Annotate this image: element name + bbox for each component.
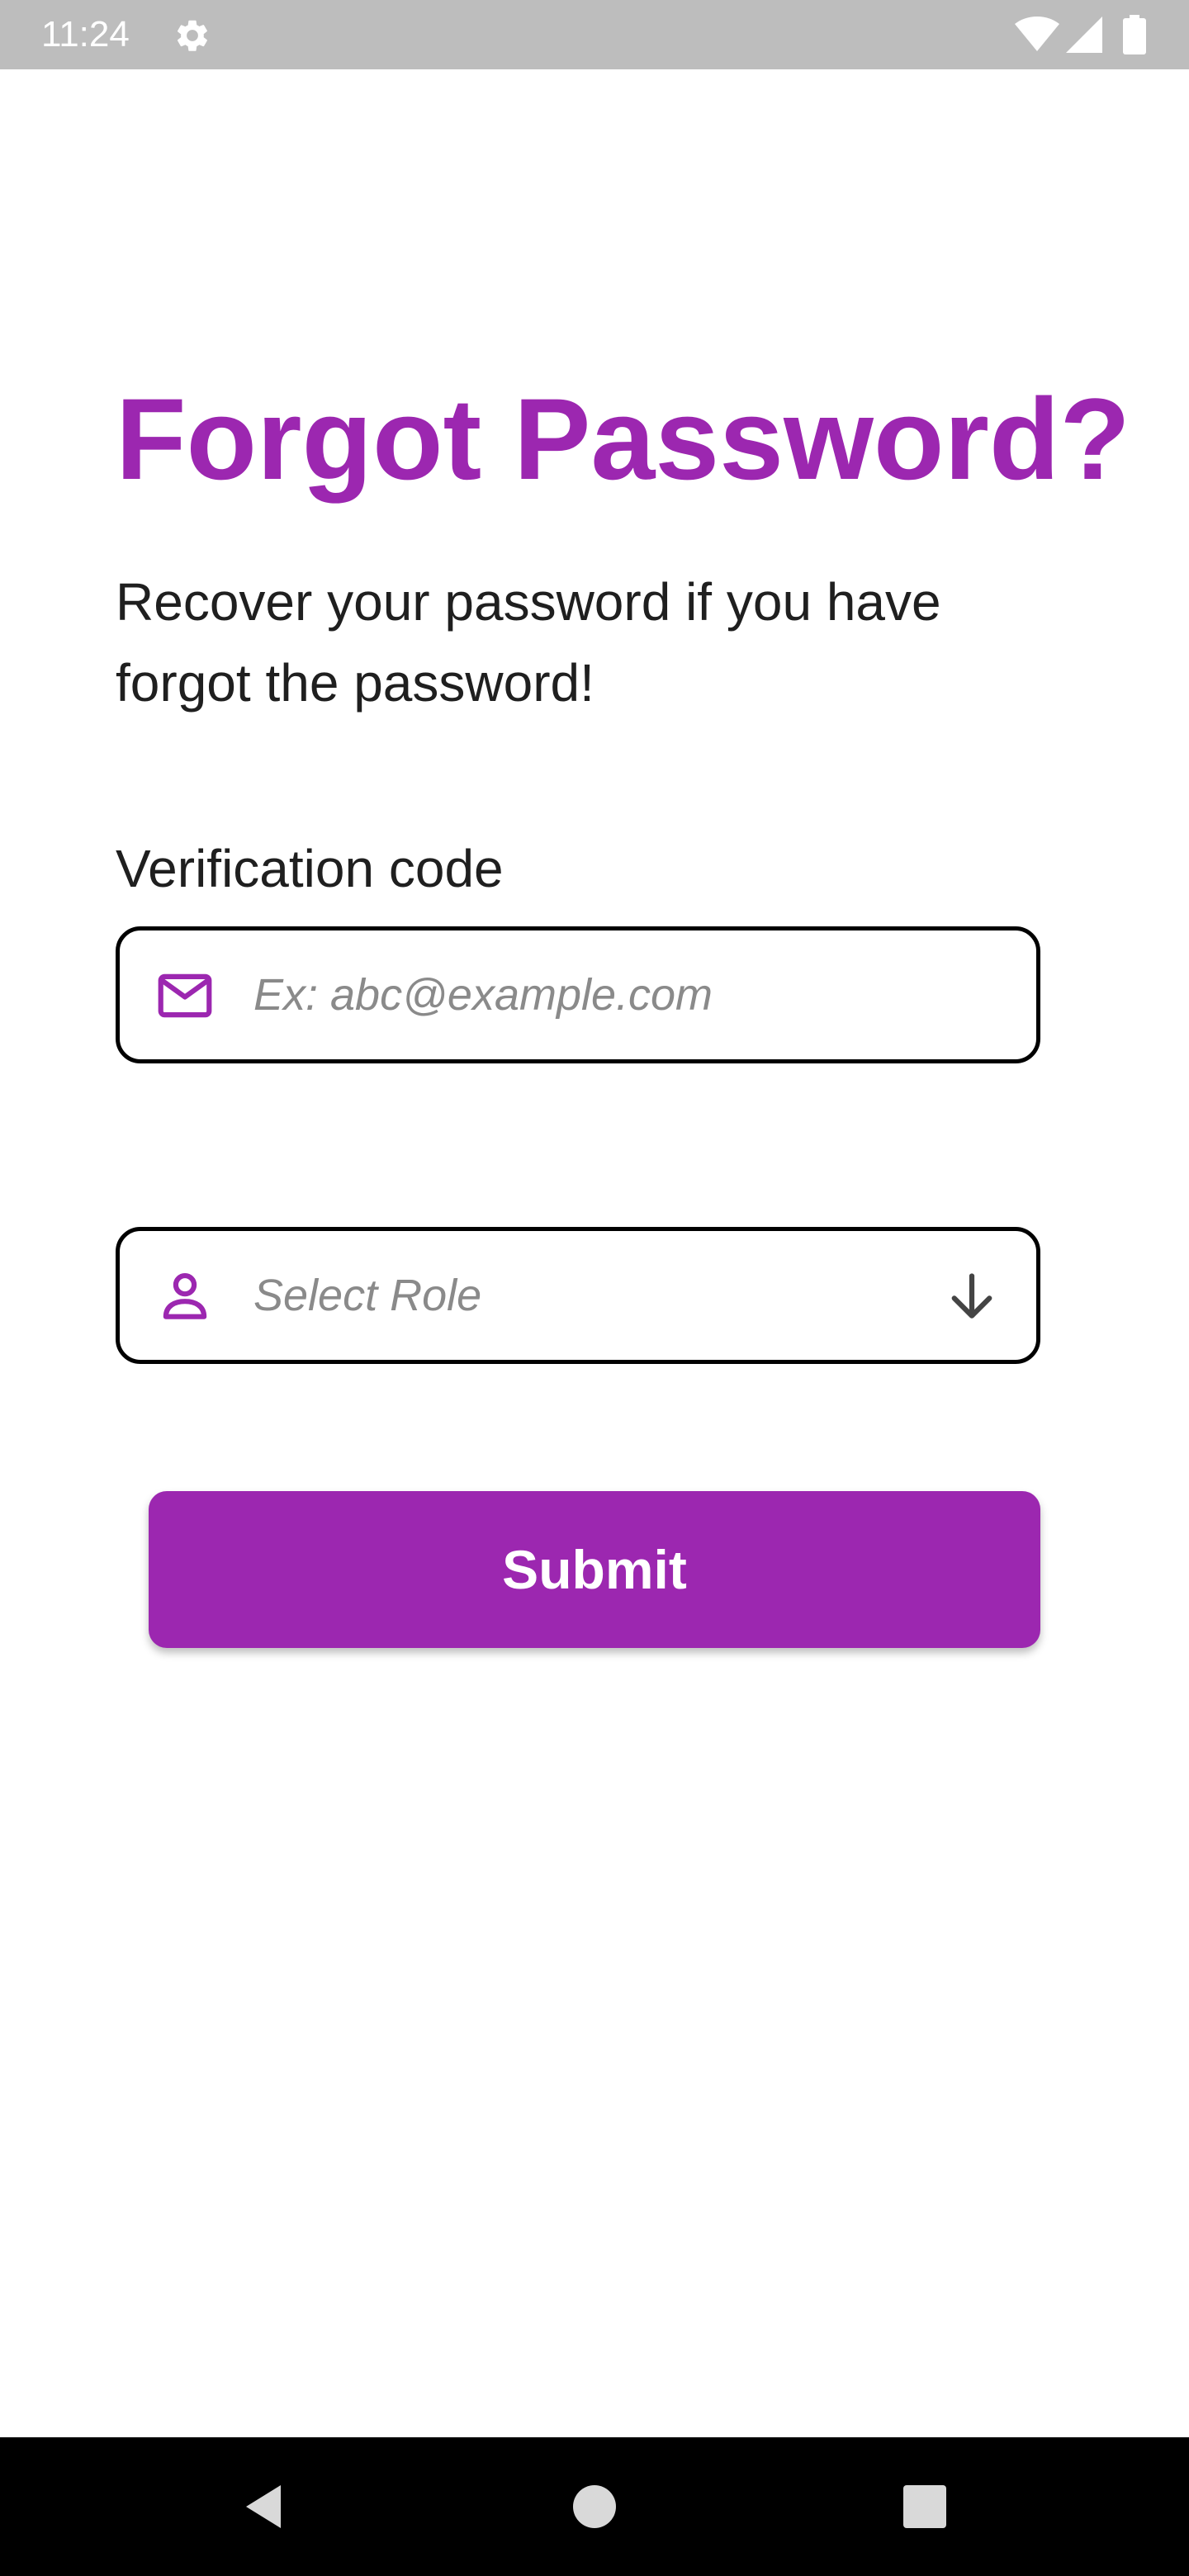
mail-icon [158, 973, 212, 1018]
status-bar: 11:24 [0, 0, 1189, 69]
signal-icon [1066, 17, 1102, 53]
battery-icon [1123, 15, 1146, 54]
email-field[interactable] [116, 926, 1040, 1063]
arrow-down-icon[interactable] [944, 1269, 1000, 1325]
navigation-bar [0, 2437, 1189, 2576]
home-icon[interactable] [570, 2437, 619, 2576]
submit-button[interactable]: Submit [149, 1491, 1040, 1648]
role-select[interactable]: Select Role [116, 1227, 1040, 1364]
person-icon [163, 1272, 207, 1319]
status-time: 11:24 [41, 14, 130, 54]
wifi-icon [1015, 17, 1059, 51]
gear-icon [177, 20, 207, 51]
page-title: Forgot Password? [116, 374, 1130, 504]
recents-icon[interactable] [900, 2437, 950, 2576]
back-icon[interactable] [239, 2437, 289, 2576]
email-input[interactable] [253, 930, 914, 1059]
forgot-password-screen: 11:24 Forgot Password? Recover your pass… [0, 0, 1189, 2576]
verification-code-label: Verification code [116, 839, 504, 898]
role-select-value: Select Role [253, 1271, 482, 1320]
page-subtitle: Recover your password if you have forgot… [116, 572, 941, 713]
